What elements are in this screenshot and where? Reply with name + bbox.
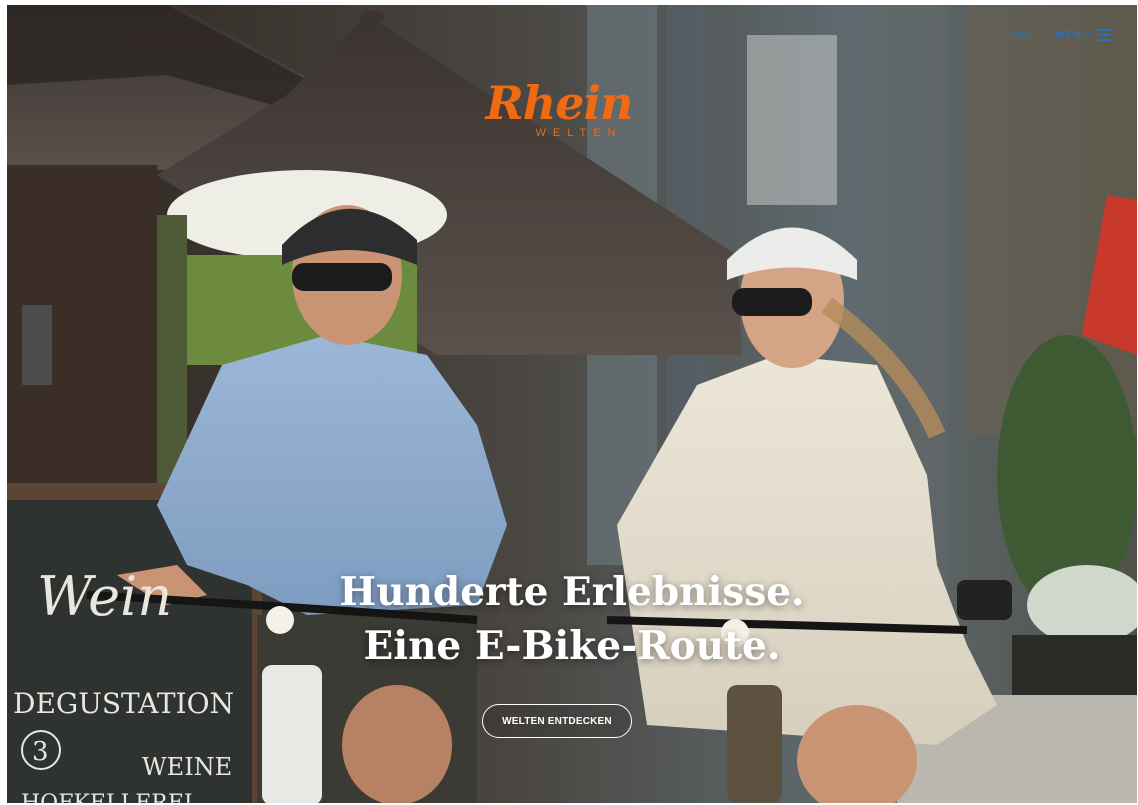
hero-headline-line1: Hunderte Erlebnisse. bbox=[339, 569, 805, 615]
explore-worlds-button[interactable]: WELTEN ENTDECKEN bbox=[482, 704, 632, 738]
hero-section: Wein DEGUSTATION 3 WEINE HOFKELLEREI DE … bbox=[7, 5, 1137, 803]
chalkboard-number: 3 bbox=[32, 737, 49, 767]
chalkboard-bottom: HOFKELLEREI bbox=[21, 791, 193, 803]
chalkboard-degustation: DEGUSTATION bbox=[13, 687, 234, 720]
language-switch[interactable]: DE bbox=[1013, 30, 1030, 41]
logo-wordmark: Rhein bbox=[485, 76, 634, 130]
hamburger-menu-icon bbox=[1097, 29, 1111, 41]
hero-headline-line2: Eine E-Bike-Route. bbox=[363, 623, 781, 669]
chalkboard-weine: WEINE bbox=[142, 753, 232, 781]
rheinwelten-logo[interactable]: Rhein WELTEN bbox=[474, 73, 644, 165]
hero-headline: Hunderte Erlebnisse. Eine E-Bike-Route. bbox=[7, 565, 1137, 673]
menu-label: MENU bbox=[1055, 29, 1091, 41]
menu-button[interactable]: MENU bbox=[1056, 29, 1111, 41]
top-navigation: DE MENU bbox=[1013, 29, 1111, 41]
